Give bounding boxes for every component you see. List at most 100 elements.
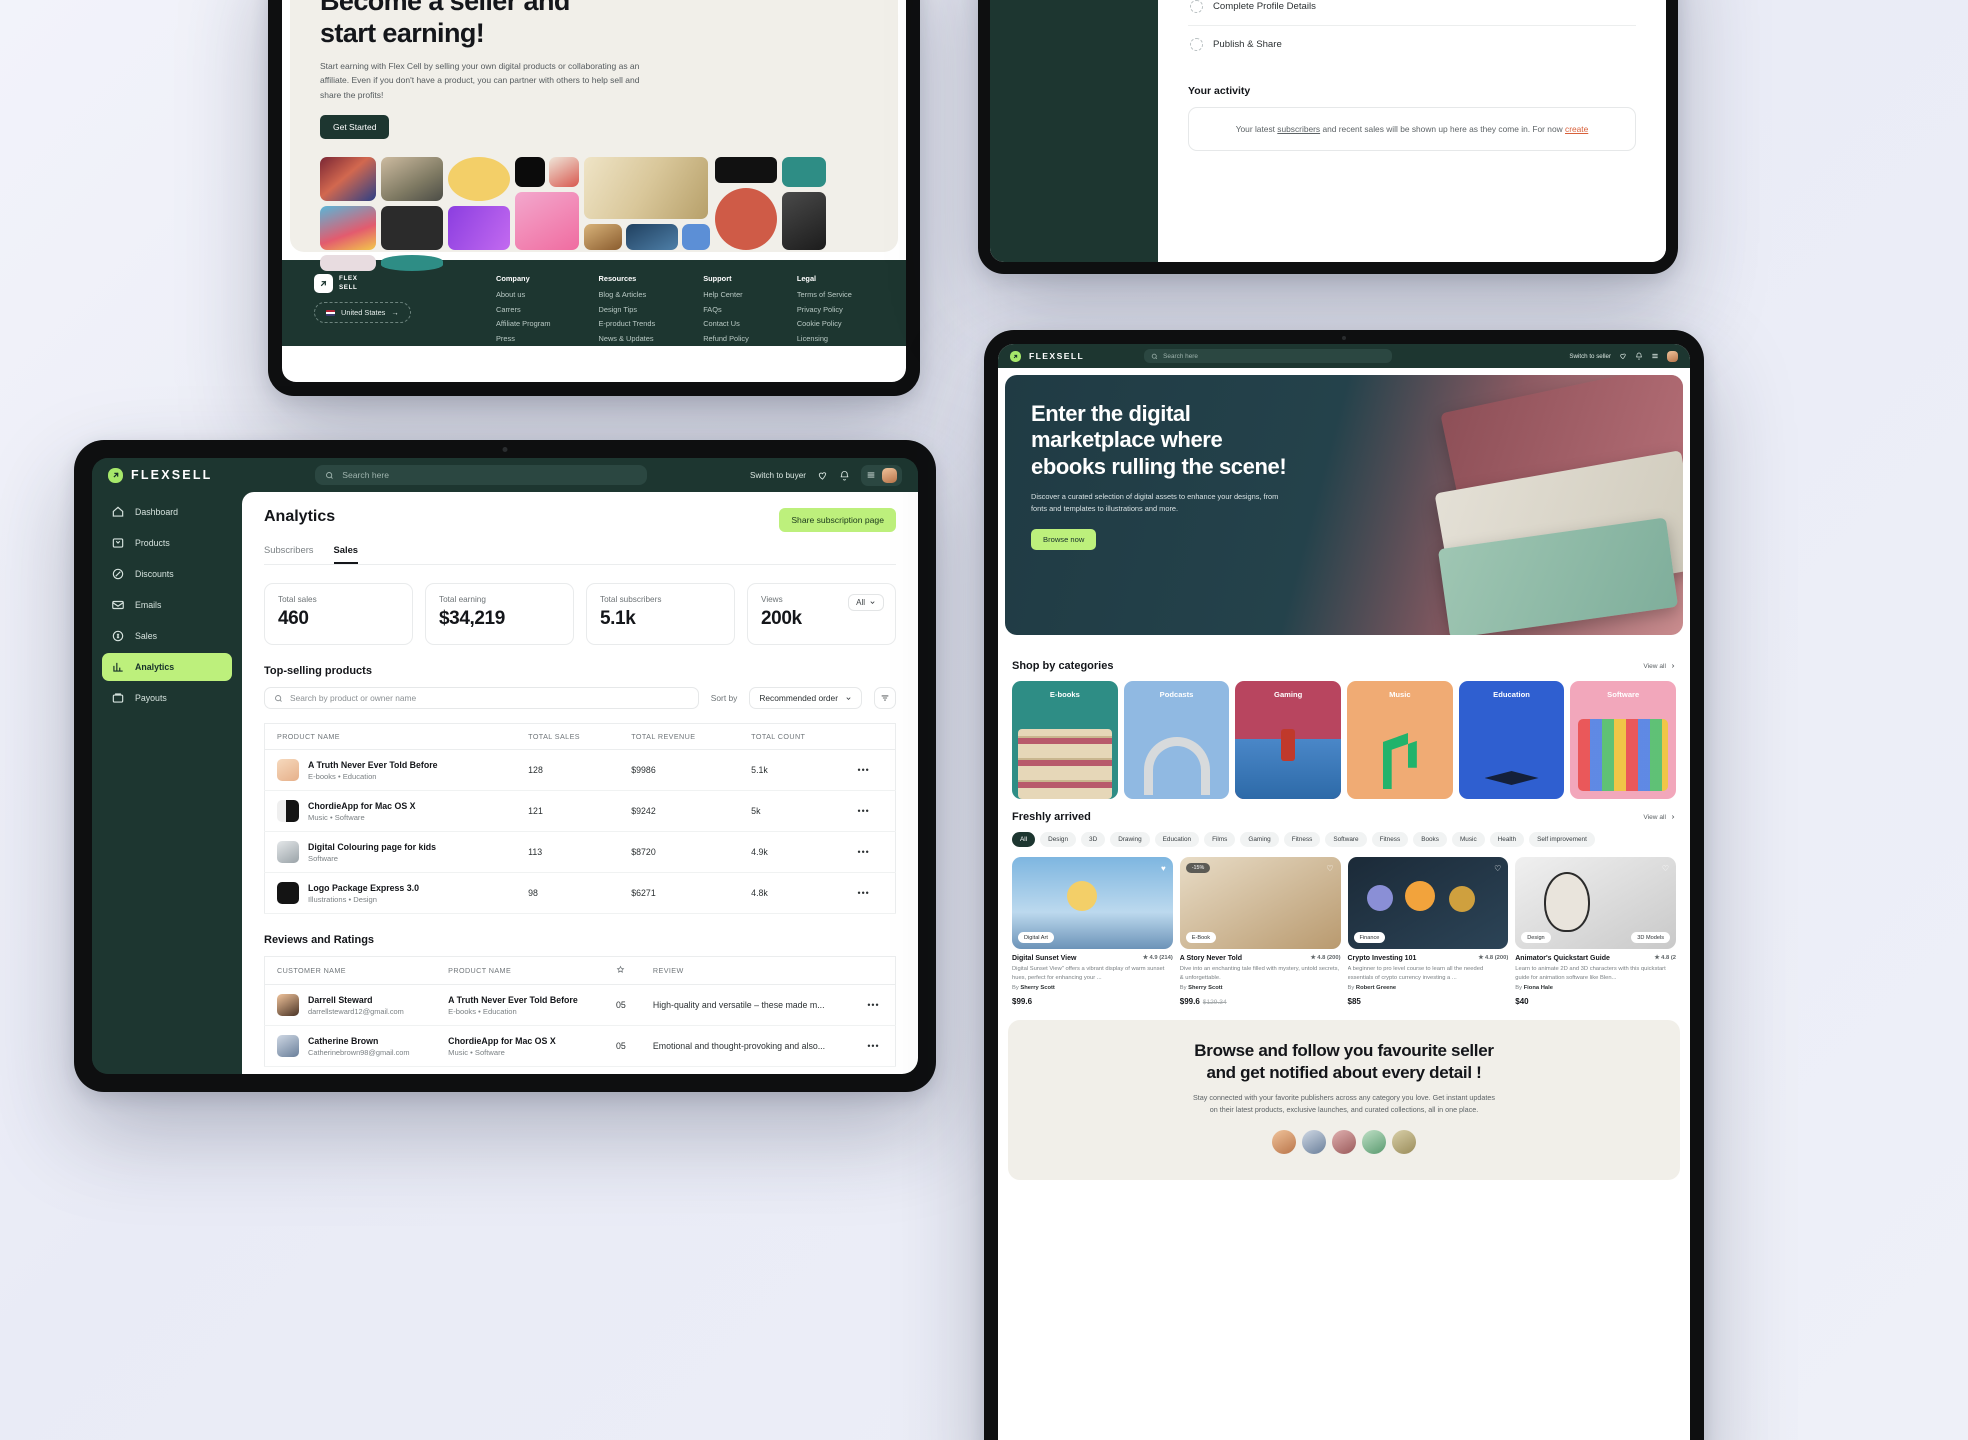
- category-card-podcasts[interactable]: Podcasts: [1123, 681, 1230, 799]
- sidebar-item-products[interactable]: Products: [102, 529, 232, 557]
- tab-sales[interactable]: Sales: [333, 544, 358, 564]
- create-link[interactable]: create: [1565, 124, 1588, 134]
- bell-icon[interactable]: [839, 470, 850, 481]
- fresh-view-all[interactable]: View all: [1643, 814, 1676, 821]
- footer-link[interactable]: Carrers: [496, 305, 551, 314]
- filter-pill[interactable]: Music: [1451, 832, 1485, 847]
- footer-link[interactable]: E-product Trends: [599, 319, 656, 328]
- sidebar-item-discounts[interactable]: Discounts: [102, 560, 232, 588]
- filter-pill-all[interactable]: All: [1012, 832, 1036, 847]
- avatar[interactable]: [1272, 1129, 1296, 1154]
- heart-icon[interactable]: [817, 470, 828, 481]
- avatar[interactable]: [1667, 350, 1678, 362]
- footer-link[interactable]: Licensing: [797, 334, 852, 343]
- filter-pill[interactable]: Fitness: [1283, 832, 1321, 847]
- favorite-icon[interactable]: ♡: [1662, 864, 1669, 873]
- country-selector[interactable]: United States →: [314, 302, 411, 323]
- product-card[interactable]: ♥ Digital Art Digital Sunset View ★ 4.9 …: [1012, 857, 1173, 1006]
- filter-pill[interactable]: Films: [1204, 832, 1236, 847]
- table-row[interactable]: ChordieApp for Mac OS X Music • Software…: [264, 790, 896, 832]
- sidebar-item-payouts[interactable]: Payouts: [102, 684, 232, 712]
- table-row[interactable]: Catherine Brown Catherinebrown98@gmail.c…: [264, 1025, 896, 1067]
- sidebar-item-analytics[interactable]: Analytics: [102, 653, 232, 681]
- category-card-music[interactable]: Music: [1347, 681, 1453, 799]
- categories-view-all[interactable]: View all: [1643, 663, 1676, 670]
- app-brand[interactable]: FLEXSELL: [1010, 350, 1084, 362]
- filter-pill[interactable]: Drawing: [1110, 832, 1150, 847]
- sidebar-item-sales[interactable]: Sales: [102, 622, 232, 650]
- filter-pill[interactable]: Design: [1040, 832, 1077, 847]
- footer-link[interactable]: Cookie Policy: [797, 319, 852, 328]
- row-actions-button[interactable]: •••: [845, 749, 896, 791]
- table-row[interactable]: A Truth Never Ever Told Before E-books •…: [264, 749, 896, 791]
- onboarding-step[interactable]: Publish & Share: [1188, 26, 1636, 63]
- filter-button[interactable]: [874, 687, 896, 709]
- filter-pill[interactable]: Gaming: [1240, 832, 1279, 847]
- user-menu-chip[interactable]: [860, 464, 902, 486]
- table-row[interactable]: Logo Package Express 3.0 Illustrations •…: [264, 872, 896, 914]
- filter-pill[interactable]: Software: [1325, 832, 1367, 847]
- avatar[interactable]: [1332, 1129, 1356, 1154]
- table-row[interactable]: Darrell Steward darrellsteward12@gmail.c…: [264, 984, 896, 1026]
- favorite-icon[interactable]: ♡: [1326, 864, 1333, 873]
- avatar[interactable]: [1392, 1129, 1416, 1154]
- row-actions-button[interactable]: •••: [845, 831, 896, 873]
- filter-pill[interactable]: 3D: [1081, 832, 1106, 847]
- footer-link[interactable]: Affiliate Program: [496, 319, 551, 328]
- views-range-select[interactable]: All: [848, 594, 884, 611]
- row-actions-button[interactable]: •••: [845, 790, 896, 832]
- category-card-ebooks[interactable]: E-books: [1012, 681, 1118, 799]
- share-subscription-page-button[interactable]: Share subscription page: [779, 508, 896, 532]
- sidebar-item-dashboard[interactable]: Dashboard: [102, 498, 232, 526]
- category-card-education[interactable]: Education: [1458, 681, 1565, 799]
- product-thumbnail: [277, 882, 299, 904]
- row-actions-button[interactable]: •••: [855, 984, 896, 1026]
- dashboard-search[interactable]: Search here: [315, 465, 648, 485]
- row-actions-button[interactable]: •••: [855, 1025, 896, 1067]
- favorite-icon[interactable]: ♡: [1494, 864, 1501, 873]
- switch-to-buyer-link[interactable]: Switch to buyer: [750, 471, 806, 480]
- sort-select[interactable]: Recommended order: [749, 687, 862, 709]
- footer-link[interactable]: About us: [496, 290, 551, 299]
- get-started-button[interactable]: Get Started: [320, 115, 390, 140]
- filter-pill[interactable]: Self improvement: [1529, 832, 1595, 847]
- category-card-gaming[interactable]: Gaming: [1235, 681, 1342, 799]
- footer-link[interactable]: Terms of Service: [797, 290, 852, 299]
- category-image: [1382, 733, 1417, 789]
- filter-pill[interactable]: Health: [1489, 832, 1525, 847]
- favorite-icon[interactable]: ♥: [1161, 864, 1166, 873]
- avatar[interactable]: [1362, 1129, 1386, 1154]
- app-brand[interactable]: FLEXSELL: [108, 467, 213, 483]
- menu-icon[interactable]: [1651, 352, 1659, 360]
- footer-link[interactable]: Privacy Policy: [797, 305, 852, 314]
- filter-pill[interactable]: Education: [1154, 832, 1200, 847]
- subscribers-link[interactable]: subscribers: [1277, 124, 1320, 134]
- footer-link[interactable]: Blog & Articles: [599, 290, 656, 299]
- table-row[interactable]: Digital Colouring page for kids Software…: [264, 831, 896, 873]
- product-search-input[interactable]: Search by product or owner name: [264, 687, 699, 709]
- avatar[interactable]: [1302, 1129, 1326, 1154]
- filter-pill[interactable]: Books: [1413, 832, 1447, 847]
- product-card[interactable]: ♡ Finance Crypto Investing 101 ★ 4.8 (20…: [1347, 857, 1509, 1006]
- footer-link[interactable]: Help Center: [703, 290, 749, 299]
- marketplace-search[interactable]: Search here: [1144, 349, 1393, 363]
- bell-icon[interactable]: [1635, 352, 1643, 360]
- onboarding-step[interactable]: Complete Profile Details: [1188, 0, 1636, 26]
- footer-link[interactable]: News & Updates: [599, 334, 656, 343]
- footer-link[interactable]: Design Tips: [599, 305, 656, 314]
- tab-subscribers[interactable]: Subscribers: [264, 544, 314, 564]
- row-actions-button[interactable]: •••: [845, 872, 896, 914]
- footer-link[interactable]: Contact Us: [703, 319, 749, 328]
- sidebar-item-emails[interactable]: Emails: [102, 591, 232, 619]
- category-card-software[interactable]: Software: [1570, 681, 1677, 799]
- filter-pill[interactable]: Fitness: [1371, 832, 1409, 847]
- landing-screen: Become a seller and start earning! Start…: [282, 0, 906, 382]
- product-card[interactable]: -15% ♡ E-Book A Story Never Told ★ 4.8 (…: [1179, 857, 1341, 1006]
- footer-link[interactable]: Press: [496, 334, 551, 343]
- browse-now-button[interactable]: Browse now: [1031, 528, 1097, 550]
- product-card[interactable]: ♡ Design 3D Models Animator's Quickstart…: [1515, 857, 1676, 1006]
- switch-to-seller-link[interactable]: Switch to seller: [1569, 353, 1611, 360]
- heart-icon[interactable]: [1619, 352, 1627, 360]
- footer-link[interactable]: FAQs: [703, 305, 749, 314]
- footer-link[interactable]: Refund Policy: [703, 334, 749, 343]
